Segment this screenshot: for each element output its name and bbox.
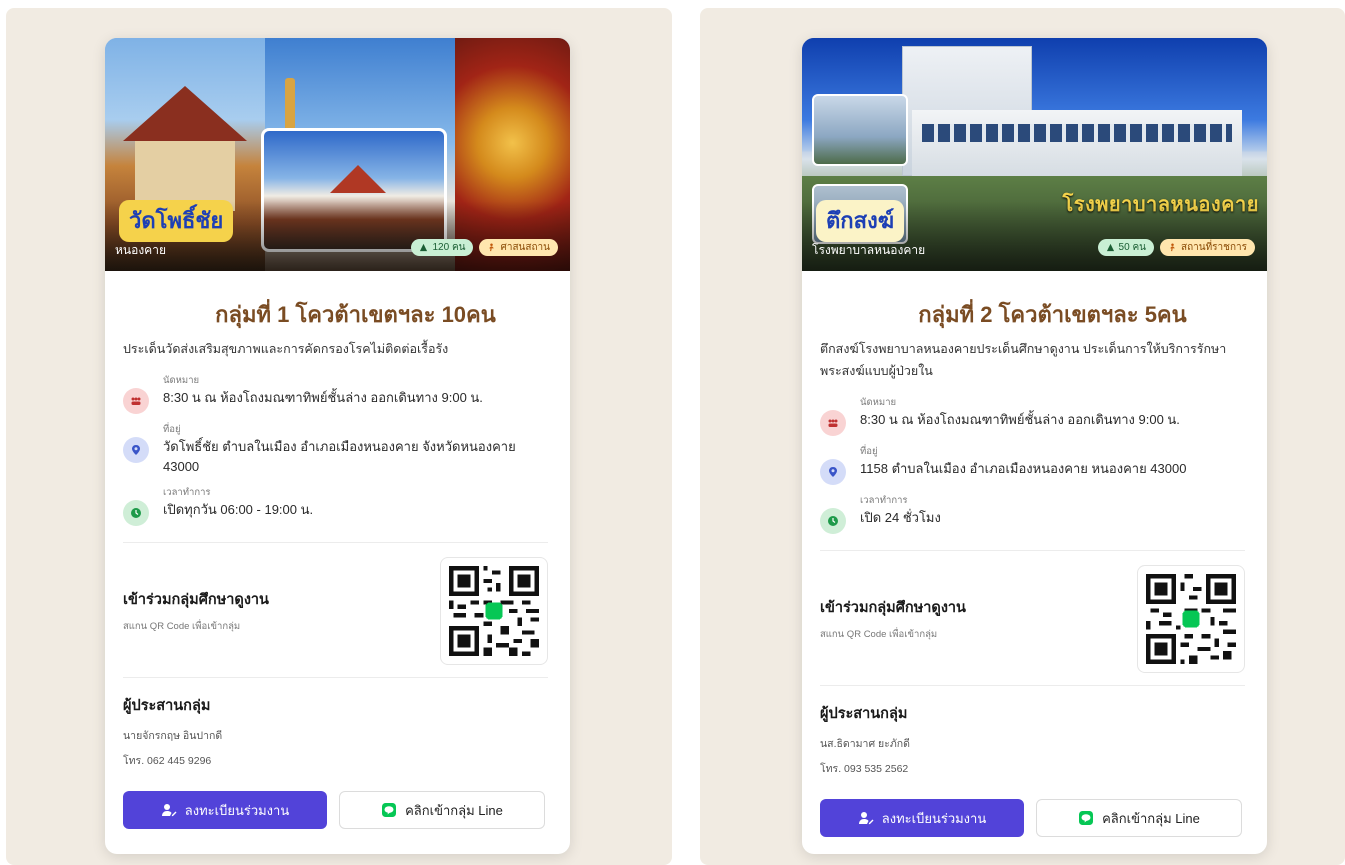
info-value: เปิดทุกวัน 06:00 - 19:00 น. [163, 502, 314, 517]
clock-icon [123, 500, 149, 526]
group-icon [123, 388, 149, 414]
coordinator-title: ผู้ประสานกลุ่ม [123, 698, 211, 714]
join-title: เข้าร่วมกลุ่มศึกษาดูงาน [123, 592, 269, 608]
study-group-card: โรงพยาบาลหนองคาย ตึกสงฆ์ โรงพยาบาลหนองคา… [802, 38, 1267, 854]
join-subtitle: สแกน QR Code เพื่อเข้ากลุ่ม [123, 621, 241, 632]
place-name-tag: วัดโพธิ์ชัย [119, 200, 234, 242]
join-line-button-label: คลิกเข้ากลุ่ม Line [1102, 810, 1200, 826]
coordinator-phone: โทร. 062 445 9296 [123, 755, 212, 767]
join-group-section: เข้าร่วมกลุ่มศึกษาดูงาน สแกน QR Code เพื… [123, 543, 548, 677]
register-button-label: ลงทะเบียนร่วมงาน [184, 802, 290, 818]
qr-code-icon [449, 566, 539, 656]
place-subtitle: หนองคาย [115, 243, 166, 257]
info-list: นัดหมาย 8:30 น ณ ห้องโถงมณฑาทิพย์ชั้นล่า… [123, 374, 548, 526]
info-value: เปิด 24 ชั่วโมง [860, 510, 941, 525]
coordinator-section: ผู้ประสานกลุ่ม นายจักรกฤษ อินปากดี โทร. … [123, 678, 548, 769]
group-icon [820, 410, 846, 436]
join-title: เข้าร่วมกลุ่มศึกษาดูงาน [820, 600, 966, 616]
join-line-button-label: คลิกเข้ากลุ่ม Line [405, 802, 503, 818]
place-type-badge: ศาสนสถาน [479, 239, 558, 256]
capacity-badge: 50 คน [1097, 239, 1154, 256]
group-title: กลุ่มที่ 2 โควต้าเขตฯละ 5คน [918, 302, 1187, 327]
capacity-badge: 120 คน [411, 239, 474, 256]
capacity-label: 120 คน [432, 242, 466, 253]
join-line-button[interactable]: คลิกเข้ากลุ่ม Line [1036, 799, 1242, 837]
hero-badges: 120 คน ศาสนสถาน [411, 239, 558, 256]
user-edit-icon [858, 812, 874, 825]
people-icon [420, 243, 428, 252]
group-description: ตึกสงฆ์โรงพยาบาลหนองคายประเด็นศึกษาดูงาน… [820, 342, 1227, 378]
join-subtitle: สแกน QR Code เพื่อเข้ากลุ่ม [820, 629, 938, 640]
location-pin-icon [820, 459, 846, 485]
info-label: ที่อยู่ [860, 446, 878, 457]
join-line-button[interactable]: คลิกเข้ากลุ่ม Line [339, 791, 545, 829]
group-description: ประเด็นวัดส่งเสริมสุขภาพและการคัดกรองโรค… [123, 342, 449, 356]
info-address: ที่อยู่ วัดโพธิ์ชัย ตำบลในเมือง อำเภอเมื… [123, 423, 548, 477]
info-value: 1158 ตำบลในเมือง อำเภอเมืองหนองคาย หนองค… [860, 461, 1187, 476]
coordinator-phone: โทร. 093 535 2562 [820, 763, 909, 775]
info-appointment: นัดหมาย 8:30 น ณ ห้องโถงมณฑาทิพย์ชั้นล่า… [123, 374, 548, 414]
walker-icon [1170, 243, 1175, 252]
coordinator-title: ผู้ประสานกลุ่ม [820, 706, 908, 722]
qr-code-icon [1146, 574, 1236, 664]
info-value: วัดโพธิ์ชัย ตำบลในเมือง อำเภอเมืองหนองคา… [163, 439, 516, 474]
coordinator-name: นส.ธิดามาศ ยะภักดี [820, 738, 910, 750]
register-button[interactable]: ลงทะเบียนร่วมงาน [123, 791, 327, 829]
card-panel-1: วัดโพธิ์ชัย หนองคาย 120 คน ศาสนสถาน กลุ่… [6, 8, 672, 865]
study-group-card: วัดโพธิ์ชัย หนองคาย 120 คน ศาสนสถาน กลุ่… [105, 38, 570, 854]
capacity-label: 50 คน [1118, 242, 1146, 253]
info-hours: เวลาทำการ เปิดทุกวัน 06:00 - 19:00 น. [123, 486, 548, 526]
qr-code[interactable] [1137, 565, 1245, 673]
info-label: ที่อยู่ [163, 424, 181, 435]
line-icon [1079, 811, 1094, 825]
place-type-label: ศาสนสถาน [500, 242, 550, 253]
card-actions: ลงทะเบียนร่วมงาน คลิกเข้ากลุ่ม Line [123, 791, 548, 829]
place-name-tag: ตึกสงฆ์ [816, 200, 905, 242]
info-label: นัดหมาย [860, 397, 897, 408]
info-label: นัดหมาย [163, 375, 200, 386]
location-pin-icon [123, 437, 149, 463]
info-value: 8:30 น ณ ห้องโถงมณฑาทิพย์ชั้นล่าง ออกเดิ… [163, 390, 483, 405]
info-hours: เวลาทำการ เปิด 24 ชั่วโมง [820, 494, 1245, 534]
info-label: เวลาทำการ [163, 487, 211, 498]
info-list: นัดหมาย 8:30 น ณ ห้องโถงมณฑาทิพย์ชั้นล่า… [820, 396, 1245, 534]
coordinator-name: นายจักรกฤษ อินปากดี [123, 730, 223, 742]
hero-image: วัดโพธิ์ชัย หนองคาย 120 คน ศาสนสถาน [105, 38, 570, 271]
people-icon [1106, 243, 1114, 252]
qr-code[interactable] [440, 557, 548, 665]
hero-badges: 50 คน สถานที่ราชการ [1097, 239, 1255, 256]
join-group-section: เข้าร่วมกลุ่มศึกษาดูงาน สแกน QR Code เพื… [820, 551, 1245, 685]
user-edit-icon [161, 804, 177, 817]
card-actions: ลงทะเบียนร่วมงาน คลิกเข้ากลุ่ม Line [820, 799, 1245, 837]
coordinator-section: ผู้ประสานกลุ่ม นส.ธิดามาศ ยะภักดี โทร. 0… [820, 686, 1245, 777]
info-address: ที่อยู่ 1158 ตำบลในเมือง อำเภอเมืองหนองค… [820, 445, 1245, 485]
hospital-inset-photo [812, 94, 908, 166]
register-button-label: ลงทะเบียนร่วมงาน [881, 810, 987, 826]
card-panel-2: โรงพยาบาลหนองคาย ตึกสงฆ์ โรงพยาบาลหนองคา… [700, 8, 1345, 865]
info-value: 8:30 น ณ ห้องโถงมณฑาทิพย์ชั้นล่าง ออกเดิ… [860, 412, 1180, 427]
line-icon [382, 803, 397, 817]
register-button[interactable]: ลงทะเบียนร่วมงาน [820, 799, 1024, 837]
place-type-label: สถานที่ราชการ [1180, 242, 1247, 253]
hero-image: โรงพยาบาลหนองคาย ตึกสงฆ์ โรงพยาบาลหนองคา… [802, 38, 1267, 271]
walker-icon [489, 243, 495, 252]
info-appointment: นัดหมาย 8:30 น ณ ห้องโถงมณฑาทิพย์ชั้นล่า… [820, 396, 1245, 436]
place-type-badge: สถานที่ราชการ [1159, 239, 1255, 256]
group-title: กลุ่มที่ 1 โควต้าเขตฯละ 10คน [215, 302, 496, 327]
place-subtitle: โรงพยาบาลหนองคาย [812, 243, 926, 257]
clock-icon [820, 508, 846, 534]
info-label: เวลาทำการ [860, 495, 908, 506]
